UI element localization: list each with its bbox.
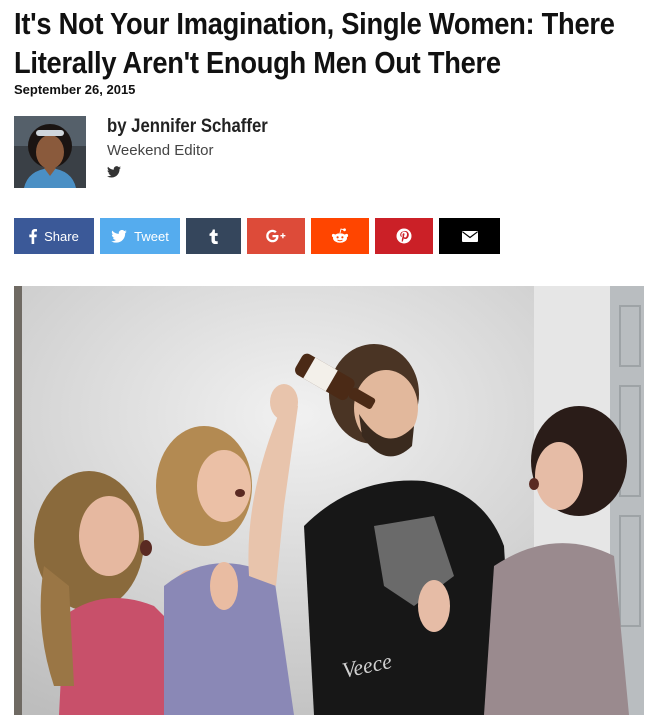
article-hero-photo: Veece xyxy=(14,286,644,715)
party-scene-image: Veece xyxy=(14,286,644,715)
author-avatar[interactable] xyxy=(14,116,86,188)
author-role: Weekend Editor xyxy=(107,142,214,159)
facebook-share-button[interactable]: Share xyxy=(14,218,94,254)
tumblr-share-button[interactable] xyxy=(186,218,241,254)
twitter-icon xyxy=(111,229,127,243)
article-headline: It's Not Your Imagination, Single Women:… xyxy=(14,6,615,80)
twitter-tweet-label: Tweet xyxy=(134,228,169,244)
pinterest-share-button[interactable] xyxy=(375,218,433,254)
email-share-button[interactable] xyxy=(439,218,500,254)
reddit-share-button[interactable] xyxy=(311,218,369,254)
article-date: September 26, 2015 xyxy=(14,82,136,97)
googleplus-icon xyxy=(266,229,286,243)
pinterest-icon xyxy=(396,228,412,244)
author-portrait xyxy=(14,116,86,188)
author-name[interactable]: by Jennifer Schaffer xyxy=(107,116,268,138)
twitter-tweet-button[interactable]: Tweet xyxy=(100,218,180,254)
author-twitter-icon[interactable] xyxy=(107,166,121,178)
googleplus-share-button[interactable] xyxy=(247,218,305,254)
facebook-share-label: Share xyxy=(44,228,79,244)
tumblr-icon xyxy=(209,229,218,244)
facebook-icon xyxy=(29,228,38,244)
envelope-icon xyxy=(461,230,478,242)
reddit-icon xyxy=(331,228,349,243)
